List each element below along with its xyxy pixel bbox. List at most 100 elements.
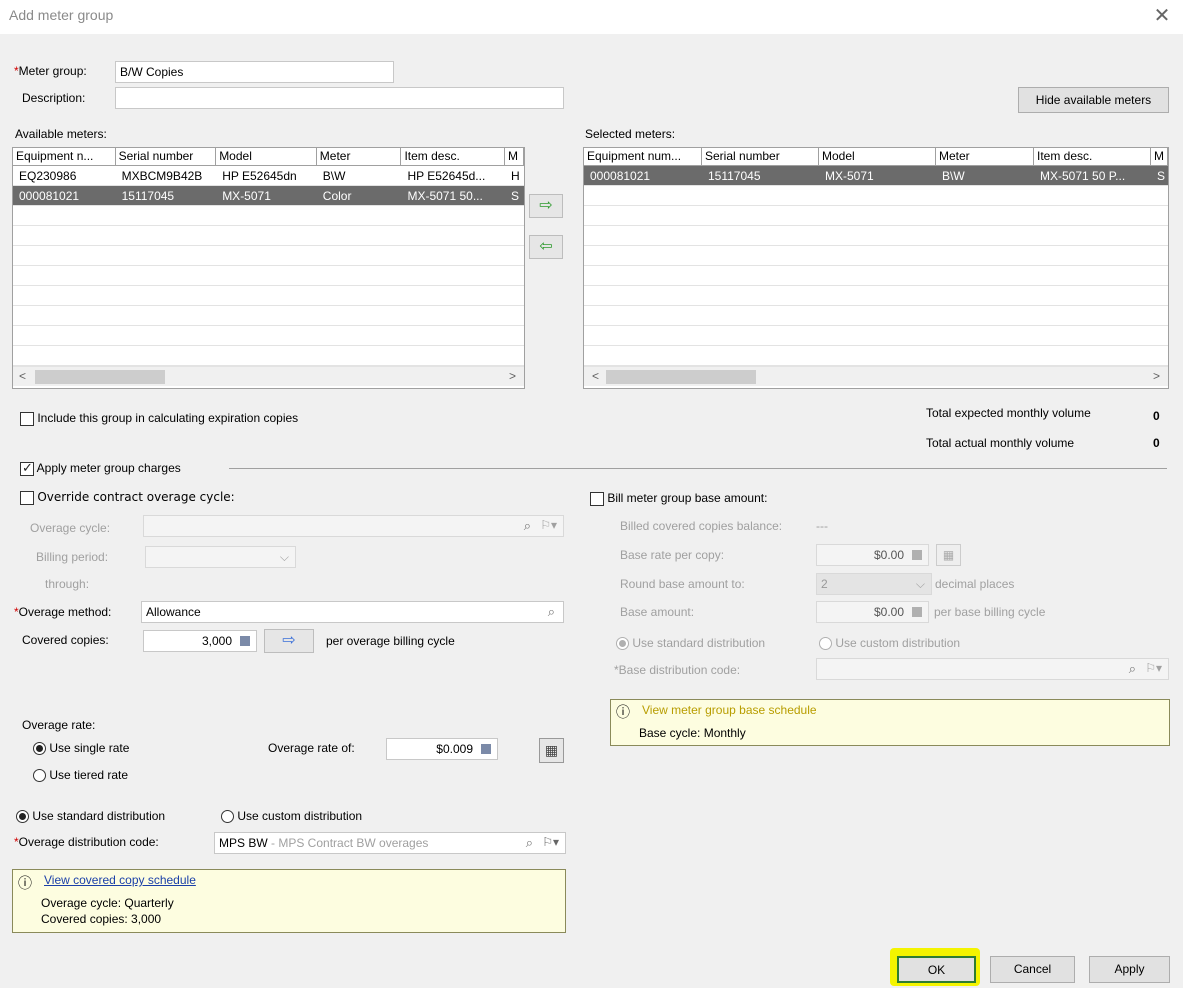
apply-charges-checkbox[interactable] — [20, 460, 34, 476]
column-header[interactable]: Model — [819, 148, 936, 165]
empty-row — [13, 286, 524, 306]
flag-dropdown-icon[interactable]: ⚐▾ — [542, 835, 559, 849]
calculator-icon[interactable] — [481, 744, 491, 754]
column-header[interactable]: Serial number — [702, 148, 819, 165]
selected-meters-grid[interactable]: Equipment num... Serial number Model Met… — [583, 147, 1169, 389]
empty-row — [584, 306, 1168, 326]
standard-distribution-row[interactable]: Use standard distribution — [16, 809, 165, 824]
rate-schedule-icon[interactable]: ▦ — [539, 738, 564, 763]
overage-method-value: Allowance — [146, 605, 201, 619]
column-header[interactable]: Item desc. — [401, 148, 506, 165]
column-header[interactable]: Equipment num... — [584, 148, 702, 165]
empty-row — [13, 306, 524, 326]
table-cell: 000081021 — [19, 189, 80, 203]
bill-base-amount-checkbox[interactable] — [590, 491, 604, 506]
magnifier-icon: ⌕ — [523, 518, 531, 533]
single-rate-radio[interactable] — [33, 742, 46, 756]
column-header[interactable]: Equipment n... — [13, 148, 116, 165]
round-base-value: 2 — [821, 577, 828, 591]
column-header[interactable]: Meter — [936, 148, 1034, 165]
scroll-left-icon[interactable]: < — [592, 369, 599, 383]
view-covered-copy-schedule-link[interactable]: View covered copy schedule — [44, 873, 196, 887]
cancel-button[interactable]: Cancel — [990, 956, 1075, 983]
selected-meters-label: Selected meters: — [585, 127, 676, 141]
available-meters-grid[interactable]: Equipment n... Serial number Model Meter… — [12, 147, 525, 389]
column-header[interactable]: M — [1151, 148, 1168, 165]
scrollbar-thumb[interactable] — [606, 370, 756, 384]
chevron-down-icon: ⌵ — [915, 577, 925, 591]
search-icon[interactable]: ⌕ — [526, 835, 533, 851]
include-group-checkbox[interactable] — [20, 411, 34, 426]
scrollbar-thumb[interactable] — [35, 370, 165, 384]
magnifier-icon: ⌕ — [1128, 661, 1136, 676]
bill-base-amount-row[interactable]: Bill meter group base amount: — [590, 491, 767, 506]
table-cell: HP E52645dn — [222, 169, 297, 183]
override-cycle-row[interactable]: Override contract overage cycle: — [20, 490, 235, 505]
covered-copies-label: Covered copies: — [22, 633, 109, 647]
billed-copies-balance-value: --- — [816, 519, 828, 533]
column-header[interactable]: Item desc. — [1034, 148, 1151, 165]
add-meter-arrow-icon[interactable]: ⇨ — [529, 194, 563, 218]
horizontal-scrollbar[interactable]: < > — [584, 366, 1168, 386]
table-cell: MX-5071 — [825, 169, 874, 183]
search-icon[interactable]: ⌕ — [548, 604, 555, 620]
expected-volume-value: 0 — [1153, 409, 1160, 423]
tiered-rate-row[interactable]: Use tiered rate — [33, 768, 128, 783]
covered-copies-value: 3,000 — [201, 634, 232, 648]
custom-distribution-label: Use custom distribution — [237, 809, 363, 823]
rate-schedule-icon: ▦ — [936, 544, 961, 566]
horizontal-scrollbar[interactable]: < > — [13, 366, 524, 386]
apply-button[interactable]: Apply — [1089, 956, 1170, 983]
view-base-schedule-link[interactable]: View meter group base schedule — [642, 703, 817, 717]
custom-distribution-row[interactable]: Use custom distribution — [221, 809, 363, 824]
base-standard-distribution-radio — [616, 637, 629, 651]
table-cell: H — [511, 169, 520, 183]
decimal-places-label: decimal places — [935, 577, 1015, 591]
scroll-left-icon[interactable]: < — [19, 369, 26, 383]
base-amount-label: Base amount: — [620, 605, 695, 619]
include-group-row[interactable]: Include this group in calculating expira… — [20, 411, 298, 426]
base-schedule-panel: ⓘ View meter group base schedule Base cy… — [610, 699, 1170, 746]
calculator-icon[interactable] — [240, 636, 250, 646]
hide-available-meters-button[interactable]: Hide available meters — [1018, 87, 1169, 113]
overage-rate-input[interactable]: $0.009 — [386, 738, 498, 760]
single-rate-row[interactable]: Use single rate — [33, 741, 129, 756]
overage-distribution-code-input[interactable]: MPS BW - MPS Contract BW overages ⌕ ⚐▾ — [214, 832, 566, 854]
table-cell: Color — [322, 189, 352, 203]
remove-meter-arrow-icon[interactable]: ⇦ — [529, 235, 563, 259]
meter-group-input[interactable]: B/W Copies — [115, 61, 394, 83]
covered-copies-input[interactable]: 3,000 — [143, 630, 257, 652]
column-header[interactable]: Model — [216, 148, 317, 165]
table-row-selected[interactable]: 000081021 15117045 MX-5071 B\W MX-5071 5… — [584, 166, 1168, 186]
base-amount-value: $0.00 — [873, 605, 904, 619]
include-group-label: Include this group in calculating expira… — [37, 411, 299, 425]
billing-period-select: ⌵ — [145, 546, 296, 568]
apply-charges-row[interactable]: Apply meter group charges — [20, 460, 181, 476]
base-rate-input: $0.00 — [816, 544, 929, 566]
empty-row — [584, 226, 1168, 246]
table-cell: B\W — [322, 169, 346, 183]
column-header[interactable]: M — [505, 148, 524, 165]
custom-distribution-radio[interactable] — [221, 810, 234, 824]
apply-copies-arrow-icon[interactable]: ⇨ — [264, 629, 314, 653]
table-cell: EQ230986 — [19, 169, 77, 183]
standard-distribution-radio[interactable] — [16, 810, 29, 824]
column-header[interactable]: Meter — [317, 148, 402, 165]
column-header[interactable]: Serial number — [116, 148, 217, 165]
overage-cycle-info: Overage cycle: Quarterly — [41, 896, 174, 910]
table-row[interactable]: EQ230986 MXBCM9B42B HP E52645dn B\W HP E… — [13, 166, 524, 186]
overage-method-input[interactable]: Allowance ⌕ — [141, 601, 564, 623]
scroll-right-icon[interactable]: > — [509, 369, 516, 383]
table-row-selected[interactable]: 000081021 15117045 MX-5071 Color MX-5071… — [13, 186, 524, 206]
ok-button[interactable]: OK — [897, 956, 976, 983]
override-cycle-checkbox[interactable] — [20, 490, 34, 505]
description-input[interactable] — [115, 87, 564, 109]
overage-rate-of-label: Overage rate of: — [268, 741, 355, 755]
close-icon[interactable]: ✕ — [1150, 4, 1174, 28]
empty-row — [13, 346, 524, 366]
scroll-right-icon[interactable]: > — [1153, 369, 1160, 383]
bill-base-amount-label: Bill meter group base amount: — [607, 491, 768, 505]
dialog-title: Add meter group — [9, 7, 114, 23]
tiered-rate-radio[interactable] — [33, 769, 46, 783]
empty-row — [13, 226, 524, 246]
